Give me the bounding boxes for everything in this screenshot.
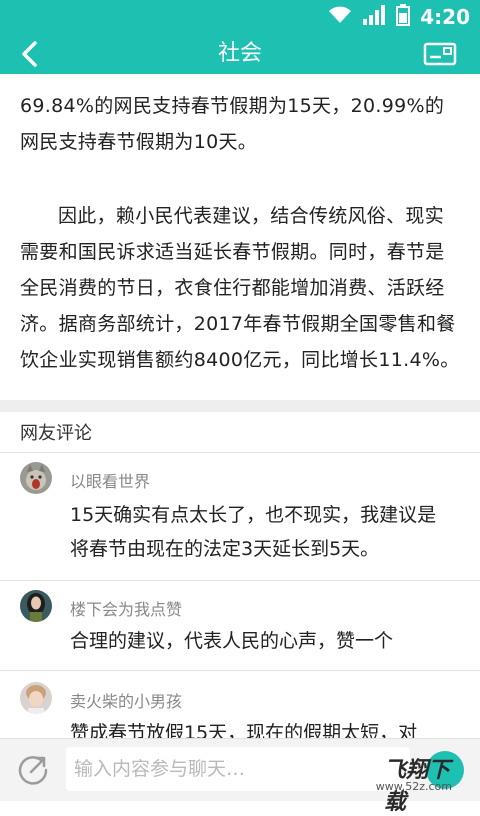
divider (0, 670, 480, 671)
comment-author: 以眼看世界 (70, 472, 151, 491)
comment-text: 合理的建议，代表人民的心声，赞一个 (70, 630, 394, 652)
article-paragraph: 69.84%的网民支持春节假期为15天，20.99%的网民支持春节假期为10天。 (20, 95, 445, 153)
watermark-url: www.52z.com (375, 780, 452, 793)
comment-author: 楼下会为我点赞 (70, 600, 183, 619)
wifi-icon (328, 6, 352, 28)
chat-input[interactable] (66, 747, 410, 791)
page-title: 社会 (217, 41, 262, 66)
cat-avatar[interactable] (20, 462, 52, 494)
comment-text: 15天确实有点太长了，也不现实，我建议是将春节由现在的法定3天延长到5天。 (70, 504, 437, 560)
share-icon (18, 756, 48, 785)
signal-icon (362, 5, 386, 29)
reader-mode-button[interactable] (420, 38, 460, 70)
share-button[interactable] (14, 751, 52, 789)
battery-icon (396, 4, 411, 30)
comments-header: 网友评论 (20, 423, 92, 444)
article-paragraph: 因此，赖小民代表建议，结合传统风俗、现实需要和国民诉求适当延长春节假期。同时，春… (20, 205, 460, 371)
nav-bar: 社会 (0, 34, 480, 74)
status-time: 4:20 (420, 5, 470, 29)
boy-avatar[interactable] (20, 682, 52, 714)
girl-avatar[interactable] (20, 590, 52, 622)
divider (0, 580, 480, 581)
divider (0, 452, 480, 453)
status-icons: 4:20 (328, 0, 470, 34)
section-divider (0, 400, 480, 412)
comment-author: 卖火柴的小男孩 (70, 692, 183, 711)
watermark-logo: 飞翔下载 www.52z.com (376, 752, 470, 815)
status-bar: 4:20 (0, 0, 480, 34)
card-icon (423, 42, 457, 66)
